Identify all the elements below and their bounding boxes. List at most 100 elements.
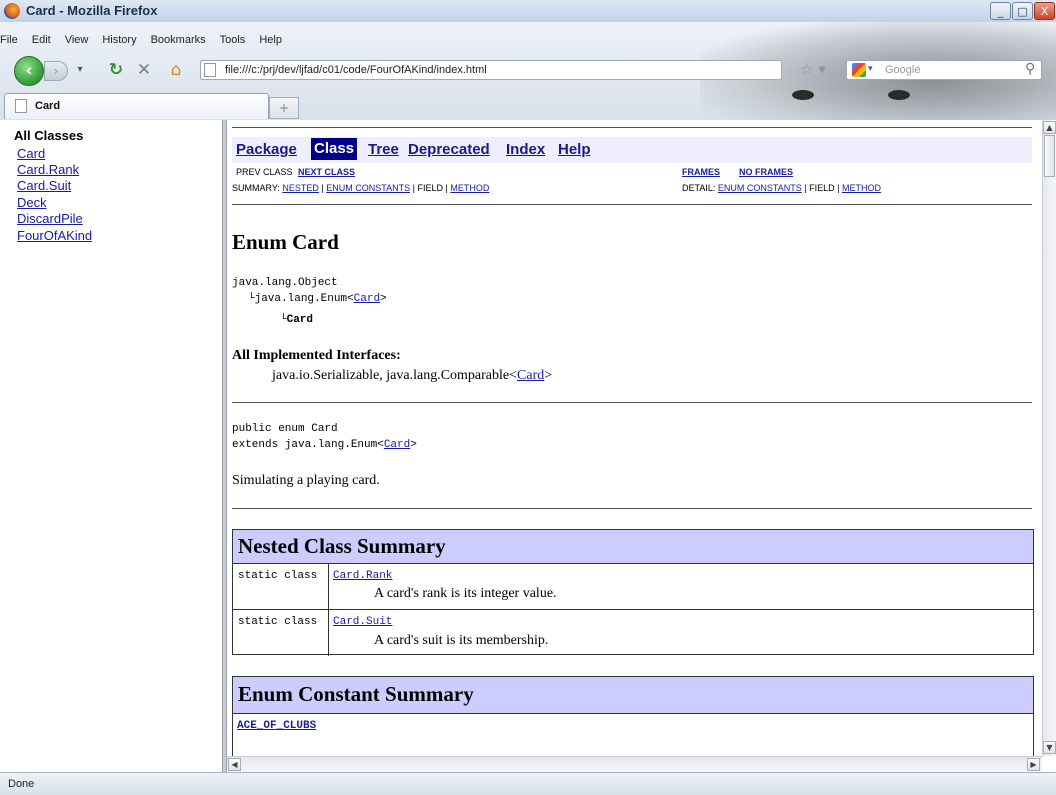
search-placeholder: Google	[885, 64, 921, 76]
maximize-button[interactable]: □	[1012, 2, 1033, 20]
forward-button[interactable]: ›	[44, 61, 68, 81]
nav-help-link[interactable]: Help	[558, 141, 591, 158]
scroll-up-icon[interactable]: ▲	[1043, 121, 1056, 134]
window-title-bar: Card - Mozilla Firefox _ □ X	[0, 0, 1056, 23]
class-link-fourofakind[interactable]: FourOfAKind	[17, 228, 92, 243]
divider-line	[232, 204, 1032, 205]
javadoc-nav-bar: Package Class Tree Deprecated Index Help	[232, 137, 1032, 163]
separator: |	[804, 183, 807, 193]
stop-icon[interactable]: ✕	[134, 60, 154, 80]
menu-edit[interactable]: Edit	[32, 34, 51, 46]
declaration-line2: extends java.lang.Enum<Card>	[232, 439, 417, 451]
tab-card[interactable]: Card	[4, 93, 269, 119]
enum-constant-ace-of-clubs-link[interactable]: ACE_OF_CLUBS	[237, 720, 316, 732]
nav-package-link[interactable]: Package	[236, 141, 297, 158]
hierarchy-enum-close: >	[380, 293, 387, 305]
separator: |	[445, 183, 448, 193]
menu-help[interactable]: Help	[259, 34, 282, 46]
declaration-card-link[interactable]: Card	[384, 439, 410, 451]
nested-class-summary-table: Nested Class Summary static class Card.R…	[232, 529, 1034, 656]
google-engine-icon[interactable]	[852, 63, 866, 77]
scroll-left-icon[interactable]: ◀	[228, 758, 241, 771]
row-modifier: static class	[238, 616, 318, 628]
row-description: A card's suit is its membership.	[374, 633, 549, 648]
engine-dropdown-icon[interactable]: ▾	[868, 64, 873, 74]
detail-label: DETAIL:	[682, 183, 716, 193]
detail-enum-constants-link[interactable]: ENUM CONSTANTS	[718, 183, 802, 193]
frames-link[interactable]: FRAMES	[682, 167, 720, 177]
divider-line	[232, 127, 1032, 128]
next-class-link[interactable]: NEXT CLASS	[298, 167, 355, 177]
url-bar[interactable]: file:///c:/prj/dev/ljfad/c01/code/FourOf…	[200, 60, 782, 80]
hierarchy-enum: └java.lang.Enum<Card>	[248, 293, 387, 305]
summary-links: SUMMARY: NESTED | ENUM CONSTANTS | FIELD…	[232, 183, 489, 193]
interfaces-list: java.io.Serializable, java.lang.Comparab…	[272, 368, 552, 384]
forward-arrow-icon: ›	[53, 64, 59, 78]
interfaces-card-link[interactable]: Card	[517, 368, 544, 383]
summary-nested-link[interactable]: NESTED	[282, 183, 319, 193]
nested-class-rank-link[interactable]: Card.Rank	[333, 570, 392, 582]
column-divider	[328, 564, 329, 656]
nav-class-current: Class	[311, 138, 358, 160]
summary-label: SUMMARY:	[232, 183, 280, 193]
class-link-card-suit[interactable]: Card.Suit	[17, 178, 71, 193]
row-modifier: static class	[238, 570, 318, 582]
bookmark-star-icon[interactable]: ☆ ▾	[800, 60, 826, 78]
nested-class-suit-link[interactable]: Card.Suit	[333, 616, 392, 628]
horizontal-scrollbar[interactable]: ◀ ▶	[227, 756, 1042, 772]
detail-links: DETAIL: ENUM CONSTANTS | FIELD | METHOD	[682, 183, 881, 193]
declaration-extends: extends java.lang.Enum<	[232, 439, 384, 451]
all-classes-heading: All Classes	[14, 128, 84, 143]
prev-class-label: PREV CLASS	[236, 167, 293, 177]
minimize-button[interactable]: _	[990, 2, 1011, 20]
row-description: A card's rank is its integer value.	[374, 586, 557, 601]
hierarchy-object: java.lang.Object	[232, 277, 338, 289]
firefox-logo-icon	[4, 3, 20, 19]
vertical-scrollbar[interactable]: ▲ ▼	[1042, 120, 1056, 756]
history-dropdown-icon[interactable]: ▾	[70, 60, 90, 80]
plus-icon: +	[278, 101, 290, 115]
class-link-card-rank[interactable]: Card.Rank	[17, 162, 79, 177]
menu-bookmarks[interactable]: Bookmarks	[151, 34, 206, 46]
detail-method-link[interactable]: METHOD	[842, 183, 881, 193]
menu-tools[interactable]: Tools	[220, 34, 246, 46]
summary-method-link[interactable]: METHOD	[450, 183, 489, 193]
scroll-thumb[interactable]	[1044, 135, 1055, 177]
class-link-card[interactable]: Card	[17, 146, 45, 161]
close-button[interactable]: X	[1034, 2, 1055, 20]
search-icon[interactable]: ⚲	[1025, 61, 1035, 77]
back-button[interactable]: ‹	[14, 56, 44, 86]
class-link-discardpile[interactable]: DiscardPile	[17, 211, 83, 226]
url-text[interactable]: file:///c:/prj/dev/ljfad/c01/code/FourOf…	[225, 64, 487, 76]
menu-file[interactable]: File	[0, 34, 18, 46]
class-link-deck[interactable]: Deck	[17, 195, 47, 210]
menu-history[interactable]: History	[102, 34, 136, 46]
tab-label: Card	[35, 100, 61, 112]
tree-branch-icon: └	[248, 293, 255, 305]
interfaces-heading: All Implemented Interfaces:	[232, 348, 401, 363]
scroll-down-icon[interactable]: ▼	[1043, 741, 1056, 754]
scroll-right-icon[interactable]: ▶	[1027, 758, 1040, 771]
declaration-close: >	[410, 439, 417, 451]
class-description: Simulating a playing card.	[232, 473, 380, 488]
row-divider	[233, 609, 1033, 610]
search-box[interactable]: ▾ Google ⚲	[846, 60, 1042, 80]
class-doc-frame: Package Class Tree Deprecated Index Help…	[227, 120, 1042, 772]
status-bar: Done	[0, 772, 1056, 795]
new-tab-button[interactable]: +	[269, 97, 299, 119]
nav-deprecated-link[interactable]: Deprecated	[408, 141, 490, 158]
nav-tree-link[interactable]: Tree	[368, 141, 399, 158]
nav-index-link[interactable]: Index	[506, 141, 545, 158]
tree-branch-icon: └	[280, 314, 287, 326]
summary-enum-constants-link[interactable]: ENUM CONSTANTS	[326, 183, 410, 193]
nested-class-summary-heading: Nested Class Summary	[233, 530, 1033, 564]
window-title: Card - Mozilla Firefox	[26, 3, 158, 18]
page-title: Enum Card	[232, 230, 339, 254]
interfaces-close: >	[544, 368, 553, 383]
page-icon	[204, 63, 216, 77]
hierarchy-card-link[interactable]: Card	[354, 293, 380, 305]
no-frames-link[interactable]: NO FRAMES	[739, 167, 793, 177]
reload-icon[interactable]: ↻	[106, 60, 126, 80]
home-icon[interactable]: ⌂	[166, 60, 186, 80]
menu-view[interactable]: View	[65, 34, 89, 46]
